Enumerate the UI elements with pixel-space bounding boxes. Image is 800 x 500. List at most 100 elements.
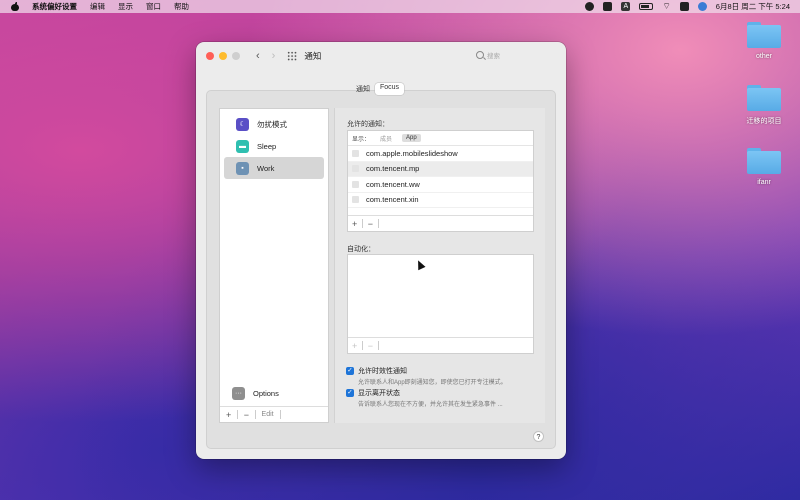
app-menu[interactable]: 系统偏好设置 bbox=[32, 1, 77, 12]
divider bbox=[362, 219, 363, 228]
automation-heading: 自动化： bbox=[347, 246, 375, 253]
battery-icon[interactable] bbox=[639, 3, 654, 10]
menu-window[interactable]: 窗口 bbox=[146, 1, 161, 12]
search-placeholder: 搜索 bbox=[487, 53, 500, 60]
forward-chevron-icon[interactable]: › bbox=[272, 50, 276, 62]
menu-clock[interactable]: 6月8日 周二 下午 5:24 bbox=[716, 1, 790, 12]
focus-mode-list: ☾ 勿扰模式 ▬ Sleep ▪ Work ··· Options + − Ed… bbox=[219, 108, 329, 423]
control-center-icon[interactable] bbox=[679, 2, 689, 11]
options-button[interactable]: ··· Options bbox=[224, 385, 324, 401]
app-icon bbox=[352, 196, 359, 204]
system-preferences-window: ‹ › 通知 搜索 ☾ 勿扰模式 ▬ Sleep ▪ Work ··· Opti… bbox=[196, 42, 566, 459]
focus-item-label: Work bbox=[257, 163, 275, 173]
time-sensitive-option: ✓ 允许时效性通知 允许联系人和App即刻通知您，即使您已打开专注模式。 bbox=[346, 366, 507, 386]
app-icon bbox=[352, 165, 359, 173]
input-method-icon[interactable]: A bbox=[621, 2, 631, 11]
divider bbox=[255, 410, 256, 419]
filter-apps-button[interactable]: App bbox=[402, 134, 421, 142]
list-item[interactable]: com.tencent.xin bbox=[348, 193, 533, 208]
divider bbox=[378, 219, 379, 228]
wifi-icon[interactable]: ⌔ bbox=[662, 1, 670, 12]
automation-toolbar: + − bbox=[348, 337, 533, 353]
title-bar: ‹ › 通知 搜索 bbox=[196, 42, 566, 70]
desktop-folder-ifanr[interactable]: ifanr bbox=[742, 148, 786, 186]
close-button[interactable] bbox=[206, 52, 214, 60]
share-status-option: ✓ 显示离开状态 告诉联系人您现在不方便，并允许其在发生紧急事件 ... bbox=[346, 388, 503, 408]
options-label: Options bbox=[253, 388, 279, 398]
tab-focus[interactable]: Focus bbox=[375, 83, 405, 95]
back-chevron-icon[interactable]: ‹ bbox=[256, 50, 260, 62]
allowed-notifications-heading: 允许的通知： bbox=[347, 121, 389, 128]
menu-view[interactable]: 显示 bbox=[118, 1, 133, 12]
filter-people-button[interactable]: 成员 bbox=[376, 133, 396, 144]
option-description: 告诉联系人您现在不方便，并允许其在发生紧急事件 ... bbox=[358, 402, 503, 408]
remove-focus-button[interactable]: − bbox=[244, 410, 249, 420]
desktop-folder-migrated[interactable]: 迁移的项目 bbox=[742, 85, 786, 126]
remove-automation-button[interactable]: − bbox=[368, 341, 373, 351]
focus-status-icon[interactable] bbox=[585, 2, 595, 11]
help-button[interactable]: ? bbox=[533, 431, 544, 442]
search-icon bbox=[476, 51, 484, 59]
share-status-checkbox[interactable]: ✓ bbox=[346, 388, 354, 397]
segmented-tabs: 通知 Focus bbox=[351, 83, 405, 95]
option-description: 允许联系人和App即刻通知您，即使您已打开专注模式。 bbox=[358, 380, 507, 386]
folder-icon bbox=[747, 85, 781, 111]
ellipsis-icon: ··· bbox=[232, 386, 245, 400]
app-icon bbox=[352, 149, 359, 157]
divider bbox=[378, 341, 379, 350]
app-name: com.tencent.xin bbox=[366, 195, 419, 205]
filter-label: 显示： bbox=[352, 136, 371, 143]
bed-icon: ▬ bbox=[236, 139, 249, 153]
window-title: 通知 bbox=[304, 51, 322, 61]
desktop-folder-other[interactable]: other bbox=[742, 22, 786, 60]
search-field[interactable]: 搜索 bbox=[476, 50, 556, 60]
focus-list-toolbar: + − Edit bbox=[220, 406, 328, 422]
focus-content-panel: ☾ 勿扰模式 ▬ Sleep ▪ Work ··· Options + − Ed… bbox=[206, 90, 556, 449]
remove-app-button[interactable]: − bbox=[368, 219, 373, 229]
list-item[interactable]: com.tencent.ww bbox=[348, 177, 533, 193]
show-all-grid-icon[interactable] bbox=[287, 51, 298, 61]
siri-icon[interactable] bbox=[697, 2, 707, 11]
zoom-button[interactable] bbox=[232, 52, 240, 60]
add-automation-button[interactable]: + bbox=[352, 341, 357, 351]
focus-item-do-not-disturb[interactable]: ☾ 勿扰模式 bbox=[224, 113, 324, 135]
apple-menu-icon[interactable] bbox=[11, 2, 19, 11]
allowed-apps-toolbar: + − bbox=[348, 215, 533, 231]
add-focus-button[interactable]: + bbox=[226, 410, 231, 420]
minimize-button[interactable] bbox=[219, 52, 227, 60]
folder-label: other bbox=[756, 53, 772, 60]
focus-item-work[interactable]: ▪ Work bbox=[224, 157, 324, 179]
app-name: com.tencent.ww bbox=[366, 179, 420, 189]
divider bbox=[279, 410, 281, 419]
option-label: 允许时效性通知 bbox=[358, 368, 407, 375]
folder-label: 迁移的项目 bbox=[746, 118, 782, 125]
list-item[interactable]: com.apple.mobileslideshow bbox=[348, 146, 533, 162]
app-name: com.apple.mobileslideshow bbox=[366, 148, 458, 158]
folder-label: ifanr bbox=[757, 179, 771, 186]
screen-icon[interactable] bbox=[603, 2, 613, 11]
menu-help[interactable]: 帮助 bbox=[174, 1, 189, 12]
window-controls bbox=[206, 52, 240, 60]
time-sensitive-checkbox[interactable]: ✓ bbox=[346, 366, 354, 375]
edit-button[interactable]: Edit bbox=[262, 411, 274, 418]
focus-item-sleep[interactable]: ▬ Sleep bbox=[224, 135, 324, 157]
tab-notifications[interactable]: 通知 bbox=[351, 83, 375, 95]
focus-detail-panel: 允许的通知： 显示： 成员 App com.apple.mobileslides… bbox=[334, 108, 545, 423]
list-item[interactable]: com.tencent.mp bbox=[348, 161, 533, 177]
option-label: 显示离开状态 bbox=[358, 390, 400, 397]
badge-icon: ▪ bbox=[236, 161, 249, 175]
app-name: com.tencent.mp bbox=[366, 164, 420, 174]
filter-bar: 显示： 成员 App bbox=[348, 131, 533, 146]
focus-item-label: Sleep bbox=[257, 141, 277, 151]
add-app-button[interactable]: + bbox=[352, 219, 357, 229]
allowed-apps-list: 显示： 成员 App com.apple.mobileslideshow com… bbox=[347, 130, 534, 232]
divider bbox=[237, 410, 238, 419]
automation-list: + − bbox=[347, 254, 534, 354]
folder-icon bbox=[747, 148, 781, 174]
app-icon bbox=[352, 180, 359, 188]
divider bbox=[362, 341, 363, 350]
menu-bar: 系统偏好设置 编辑 显示 窗口 帮助 A ⌔ 6月8日 周二 下午 5:24 bbox=[0, 0, 800, 13]
folder-icon bbox=[747, 22, 781, 48]
menu-edit[interactable]: 编辑 bbox=[90, 1, 105, 12]
moon-icon: ☾ bbox=[236, 117, 249, 131]
